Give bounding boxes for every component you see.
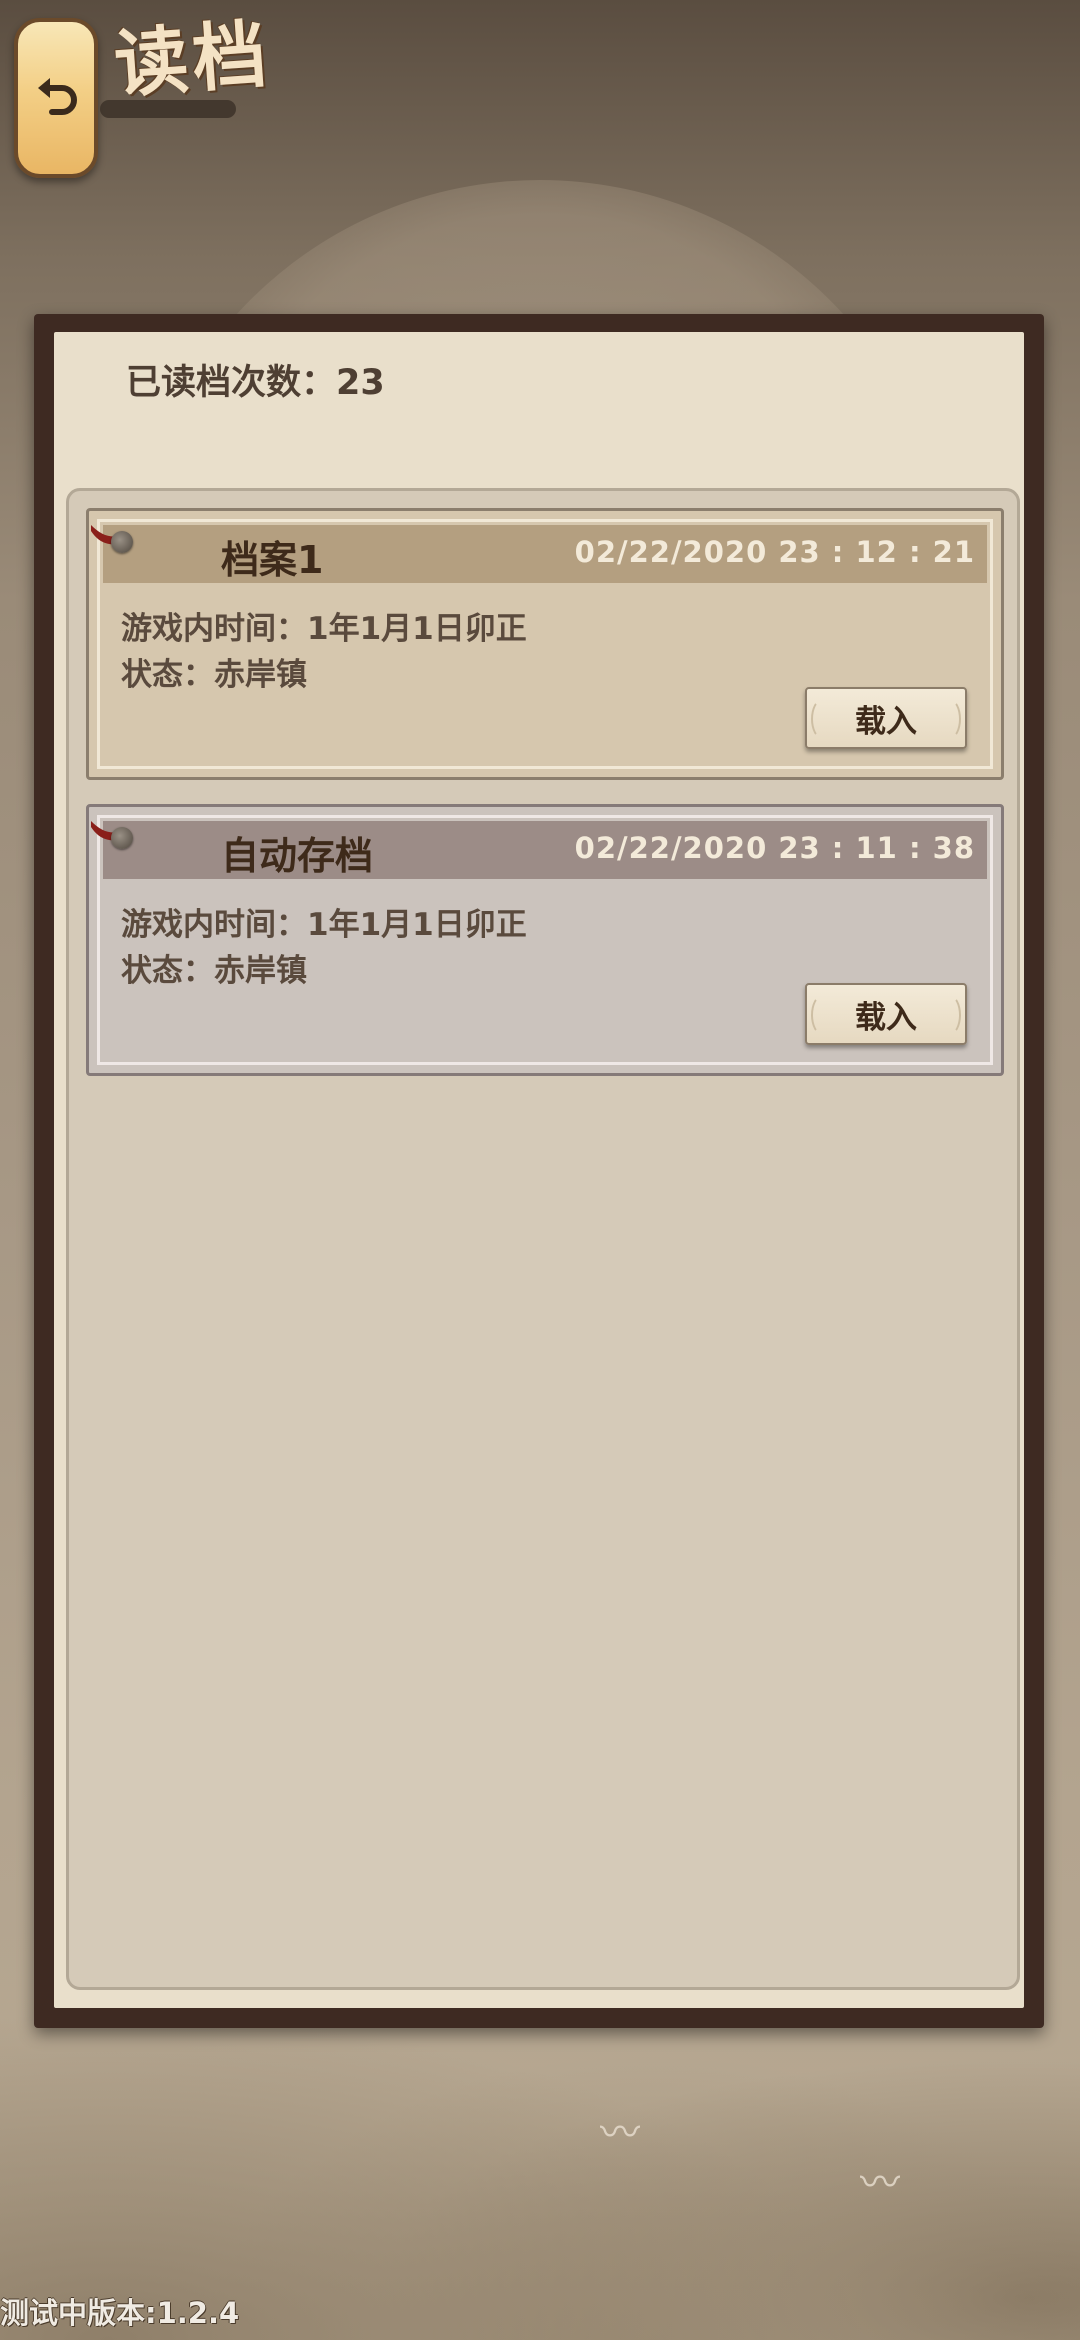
load-button-auto[interactable]: 载入 [805,983,967,1045]
back-arrow-icon [38,78,77,115]
pin-icon [111,531,133,553]
save-status: 状态：赤岸镇 [121,953,307,989]
page-title: 读档 [111,11,274,109]
save-status: 状态：赤岸镇 [121,657,307,693]
save-timestamp: 02/22/2020 23 : 12 : 21 [574,535,975,569]
save-timestamp: 02/22/2020 23 : 11 : 38 [574,831,975,865]
back-button[interactable] [14,18,98,178]
save-game-time: 游戏内时间：1年1月1日卯正 [121,907,527,943]
bird-decoration: 〰 [600,2110,640,2156]
read-count-label: 已读档次数：23 [126,363,385,403]
pin-icon [111,827,133,849]
save-name: 自动存档 [221,834,374,878]
save-slot[interactable]: 档案1 02/22/2020 23 : 12 : 21 游戏内时间：1年1月1日… [86,508,1004,780]
version-label: 测试中版本:1.2.4 [0,2296,240,2330]
save-game-time: 游戏内时间：1年1月1日卯正 [121,611,527,647]
bird-decoration: 〰 [860,2160,900,2206]
save-slot-auto[interactable]: 自动存档 02/22/2020 23 : 11 : 38 游戏内时间：1年1月1… [86,804,1004,1076]
load-button[interactable]: 载入 [805,687,967,749]
save-name: 档案1 [221,538,324,582]
